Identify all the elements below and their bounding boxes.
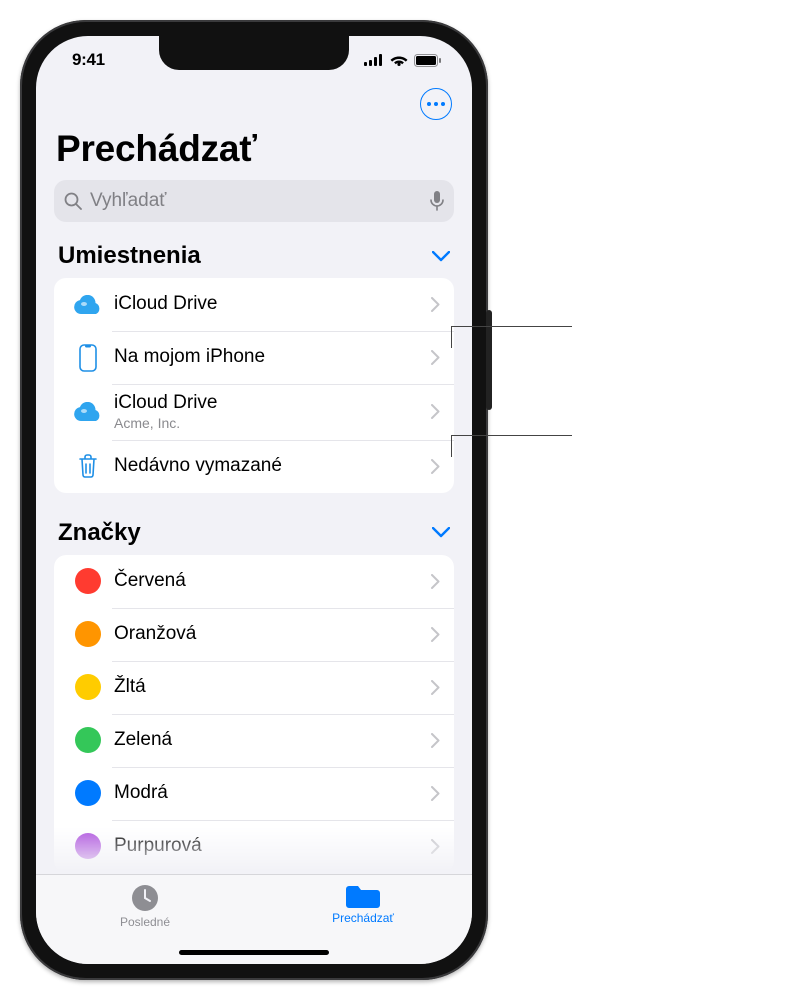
trash-icon <box>70 453 106 479</box>
tags-list: Červená Oranžová Žltá <box>54 555 454 873</box>
tab-label: Prechádzať <box>332 911 394 925</box>
cloud-icon <box>70 402 106 422</box>
tag-label: Purpurová <box>114 835 431 858</box>
tag-label: Modrá <box>114 782 431 805</box>
cloud-icon <box>70 295 106 315</box>
location-row-on-my-iphone[interactable]: Na mojom iPhone <box>54 331 454 384</box>
location-row-icloud-drive[interactable]: iCloud Drive <box>54 278 454 331</box>
callout-line <box>452 326 572 327</box>
status-icons <box>364 54 442 67</box>
tag-row[interactable]: Oranžová <box>54 608 454 661</box>
chevron-right-icon <box>431 680 440 695</box>
locations-list: iCloud Drive Na mojom iPhone <box>54 278 454 493</box>
search-icon <box>64 192 82 210</box>
chevron-right-icon <box>431 839 440 854</box>
chevron-right-icon <box>431 786 440 801</box>
chevron-right-icon <box>431 574 440 589</box>
tag-dot-icon <box>70 621 106 647</box>
device-frame: 9:41 Prechádzať Vyhľadať <box>20 20 488 980</box>
tag-dot-icon <box>70 833 106 859</box>
cellular-icon <box>364 54 384 66</box>
locations-section-header[interactable]: Umiestnenia <box>54 242 454 278</box>
tag-label: Zelená <box>114 729 431 752</box>
tag-row[interactable]: Purpurová <box>54 820 454 873</box>
chevron-down-icon <box>432 251 450 262</box>
clock-icon <box>130 883 160 913</box>
status-time: 9:41 <box>72 50 105 70</box>
battery-icon <box>414 54 442 67</box>
locations-title: Umiestnenia <box>58 242 201 270</box>
location-sublabel: Acme, Inc. <box>114 415 431 432</box>
more-button[interactable] <box>420 88 452 120</box>
search-placeholder: Vyhľadať <box>90 190 422 212</box>
location-label: Na mojom iPhone <box>114 346 431 369</box>
chevron-right-icon <box>431 297 440 312</box>
tag-row[interactable]: Červená <box>54 555 454 608</box>
chevron-right-icon <box>431 350 440 365</box>
ellipsis-icon <box>427 102 445 106</box>
tag-dot-icon <box>70 727 106 753</box>
page-title: Prechádzať <box>54 124 454 180</box>
chevron-right-icon <box>431 404 440 419</box>
tag-dot-icon <box>70 674 106 700</box>
location-label: iCloud Drive <box>114 392 431 415</box>
tag-label: Žltá <box>114 676 431 699</box>
notch <box>159 36 349 70</box>
chevron-right-icon <box>431 733 440 748</box>
folder-icon <box>346 883 380 909</box>
location-row-recently-deleted[interactable]: Nedávno vymazané <box>54 440 454 493</box>
tag-dot-icon <box>70 780 106 806</box>
tag-row[interactable]: Žltá <box>54 661 454 714</box>
location-label: iCloud Drive <box>114 293 431 316</box>
location-label: Nedávno vymazané <box>114 455 431 478</box>
tag-label: Červená <box>114 570 431 593</box>
tag-label: Oranžová <box>114 623 431 646</box>
tags-title: Značky <box>58 519 141 547</box>
home-indicator[interactable] <box>179 950 329 955</box>
side-button <box>486 310 492 410</box>
tab-label: Posledné <box>120 915 170 929</box>
chevron-right-icon <box>431 627 440 642</box>
tag-row[interactable]: Zelená <box>54 714 454 767</box>
wifi-icon <box>390 54 408 66</box>
mic-icon[interactable] <box>430 191 444 211</box>
chevron-down-icon <box>432 527 450 538</box>
tag-row[interactable]: Modrá <box>54 767 454 820</box>
iphone-icon <box>70 344 106 372</box>
tags-section-header[interactable]: Značky <box>54 519 454 555</box>
location-row-icloud-drive-acme[interactable]: iCloud Drive Acme, Inc. <box>54 384 454 440</box>
callout-line <box>452 435 572 436</box>
tag-dot-icon <box>70 568 106 594</box>
chevron-right-icon <box>431 459 440 474</box>
search-input[interactable]: Vyhľadať <box>54 180 454 222</box>
